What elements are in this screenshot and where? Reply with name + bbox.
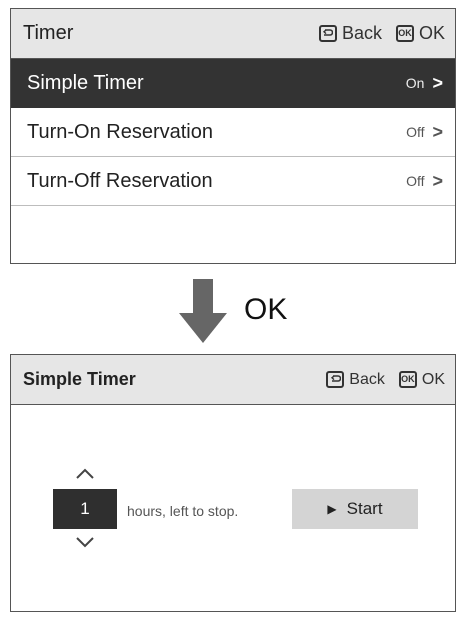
menu-item-simple-timer[interactable]: Simple Timer On >: [11, 59, 455, 108]
simple-timer-panel: Simple Timer Back OK OK 1 hours, left to…: [10, 354, 456, 612]
menu-item-state: Off: [406, 173, 425, 189]
ok-icon: OK: [395, 25, 414, 42]
ok-button[interactable]: OK OK: [395, 23, 445, 44]
menu-item-state: On: [405, 75, 425, 91]
menu-item-label: Simple Timer: [27, 71, 144, 94]
timer-menu-panel: Timer Back OK OK Simple Timer On > Turn-…: [10, 8, 456, 264]
back-button[interactable]: Back: [318, 23, 382, 44]
timer-menu-header: Timer Back OK OK: [11, 9, 455, 59]
menu-empty-row: [11, 206, 455, 255]
chevron-right-icon: >: [432, 121, 443, 142]
ok-label: OK: [418, 23, 445, 43]
chevron-right-icon: >: [432, 170, 443, 191]
back-icon: [326, 371, 345, 388]
menu-item-label: Turn-On Reservation: [27, 120, 213, 143]
menu-item-label: Turn-Off Reservation: [27, 169, 213, 192]
menu-item-turn-on-reservation[interactable]: Turn-On Reservation Off >: [11, 108, 455, 157]
chevron-right-icon: >: [432, 72, 443, 93]
ok-icon: OK: [398, 371, 417, 388]
hours-value[interactable]: 1: [53, 489, 117, 529]
transition-indicator: OK: [0, 276, 465, 344]
back-label: Back: [349, 370, 385, 388]
page-title: Timer: [23, 22, 74, 44]
back-button[interactable]: Back: [326, 371, 385, 389]
back-label: Back: [341, 23, 382, 43]
transition-label: OK: [244, 293, 288, 326]
simple-timer-header: Simple Timer Back OK OK: [11, 355, 455, 405]
chevron-down-icon[interactable]: [75, 536, 95, 548]
ok-button[interactable]: OK OK: [398, 370, 445, 389]
chevron-up-icon[interactable]: [75, 468, 95, 480]
back-icon: [318, 25, 337, 42]
start-button[interactable]: ▶ Start: [292, 489, 418, 529]
down-arrow-icon: [179, 279, 227, 343]
simple-timer-title: Simple Timer: [23, 369, 136, 389]
menu-item-state: Off: [406, 124, 425, 140]
start-label: Start: [346, 499, 383, 518]
hours-label: hours, left to stop.: [127, 503, 239, 519]
menu-item-turn-off-reservation[interactable]: Turn-Off Reservation Off >: [11, 157, 455, 206]
ok-label: OK: [421, 370, 445, 388]
play-icon: ▶: [327, 502, 337, 516]
